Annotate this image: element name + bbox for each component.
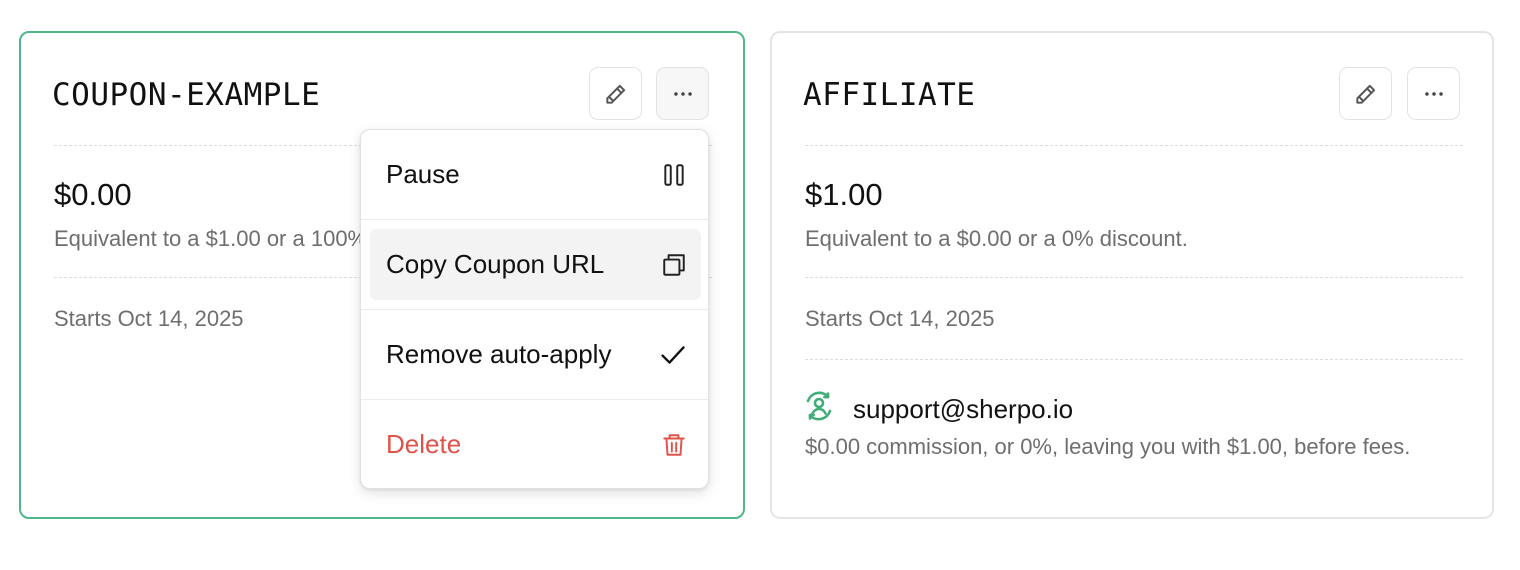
- menu-item-label: Copy Coupon URL: [386, 249, 605, 279]
- coupon-code: AFFILIATE: [803, 77, 976, 113]
- coupon-start-date: Starts Oct 14, 2025: [54, 306, 244, 331]
- pencil-icon: [603, 81, 629, 107]
- coupon-amount: $1.00: [805, 177, 883, 212]
- more-options-button[interactable]: [1407, 67, 1460, 120]
- menu-item-label: Remove auto-apply: [386, 339, 612, 369]
- coupon-equivalent-text: Equivalent to a $0.00 or a 0% discount.: [805, 226, 1188, 251]
- ellipsis-icon: [1421, 81, 1447, 107]
- coupon-actions-menu: Pause Copy Coupon URL Remove auto-apply …: [360, 129, 709, 489]
- edit-coupon-button[interactable]: [1339, 67, 1392, 120]
- menu-separator: [361, 309, 708, 310]
- menu-item-remove-auto-apply[interactable]: Remove auto-apply: [370, 319, 701, 390]
- affiliate-row: support@sherpo.io: [803, 390, 1073, 427]
- menu-item-pause[interactable]: Pause: [370, 139, 701, 210]
- coupon-card-affiliate: AFFILIATE $1.00 Equivalent to a $0.00 or…: [770, 31, 1494, 519]
- divider: [805, 359, 1463, 360]
- affiliate-commission-text: $0.00 commission, or 0%, leaving you wit…: [805, 434, 1411, 459]
- menu-item-label: Pause: [386, 159, 460, 189]
- affiliate-user-icon: [803, 390, 835, 427]
- more-options-button[interactable]: [656, 67, 709, 120]
- ellipsis-icon: [670, 81, 696, 107]
- menu-item-copy-coupon-url[interactable]: Copy Coupon URL: [370, 229, 701, 300]
- pencil-icon: [1353, 81, 1379, 107]
- menu-separator: [361, 399, 708, 400]
- edit-coupon-button[interactable]: [589, 67, 642, 120]
- pause-icon: [661, 162, 687, 188]
- check-icon: [659, 341, 687, 369]
- divider: [805, 145, 1463, 146]
- affiliate-email: support@sherpo.io: [853, 393, 1074, 424]
- menu-separator: [361, 219, 708, 220]
- coupon-amount: $0.00: [54, 177, 132, 212]
- menu-item-delete[interactable]: Delete: [370, 409, 701, 480]
- coupon-start-date: Starts Oct 14, 2025: [805, 306, 995, 331]
- copy-icon: [661, 252, 687, 278]
- coupon-code: COUPON-EXAMPLE: [52, 77, 321, 113]
- divider: [805, 277, 1463, 278]
- trash-icon: [661, 432, 687, 458]
- menu-item-label: Delete: [386, 429, 462, 459]
